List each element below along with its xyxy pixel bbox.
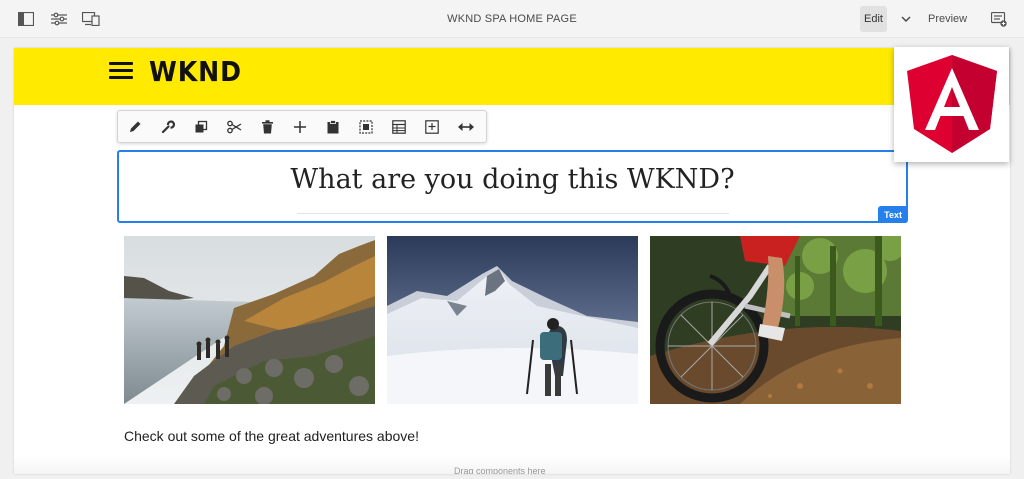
layout-icon[interactable] <box>391 119 407 135</box>
resize-arrows-icon[interactable] <box>458 119 474 135</box>
drop-zone-label: Drag components here <box>454 466 546 474</box>
headline-divider <box>297 213 729 214</box>
configure-wrench-icon[interactable] <box>160 119 176 135</box>
component-toolbar <box>117 110 487 143</box>
group-icon[interactable] <box>358 119 374 135</box>
image-mountain-bike-trail[interactable] <box>650 236 901 404</box>
chevron-down-icon[interactable] <box>898 10 914 28</box>
component-type-badge: Text <box>878 206 908 223</box>
site-logo[interactable]: WKND <box>149 55 242 88</box>
page-headline[interactable]: What are you doing this WKND? <box>119 164 906 195</box>
menu-icon[interactable] <box>109 62 133 80</box>
drop-zone[interactable]: Drag components here <box>14 456 1010 474</box>
angular-logo-card <box>894 47 1009 162</box>
site-header: WKND <box>14 48 1010 105</box>
editor-toolbar: WKND SPA HOME PAGE Edit Preview <box>0 0 1024 38</box>
copy-icon[interactable] <box>193 119 209 135</box>
angular-logo-icon <box>907 55 997 153</box>
annotations-icon[interactable] <box>990 10 1008 28</box>
image-mountain-lake-hikers[interactable] <box>124 236 375 404</box>
edit-mode-button[interactable]: Edit <box>860 6 887 32</box>
preview-button[interactable]: Preview <box>928 13 967 25</box>
image-snowy-mountain-climber[interactable] <box>387 236 638 404</box>
gallery-caption[interactable]: Check out some of the great adventures a… <box>124 428 419 444</box>
select-parent-icon[interactable] <box>424 119 440 135</box>
cut-scissors-icon[interactable] <box>226 119 242 135</box>
edit-pencil-icon[interactable] <box>127 119 143 135</box>
paste-clipboard-icon[interactable] <box>325 119 341 135</box>
text-component[interactable]: What are you doing this WKND? Text <box>117 150 908 223</box>
insert-plus-icon[interactable] <box>292 119 308 135</box>
delete-trash-icon[interactable] <box>259 119 275 135</box>
page-canvas: WKND What are you doing this WKND? Text … <box>14 48 1010 474</box>
